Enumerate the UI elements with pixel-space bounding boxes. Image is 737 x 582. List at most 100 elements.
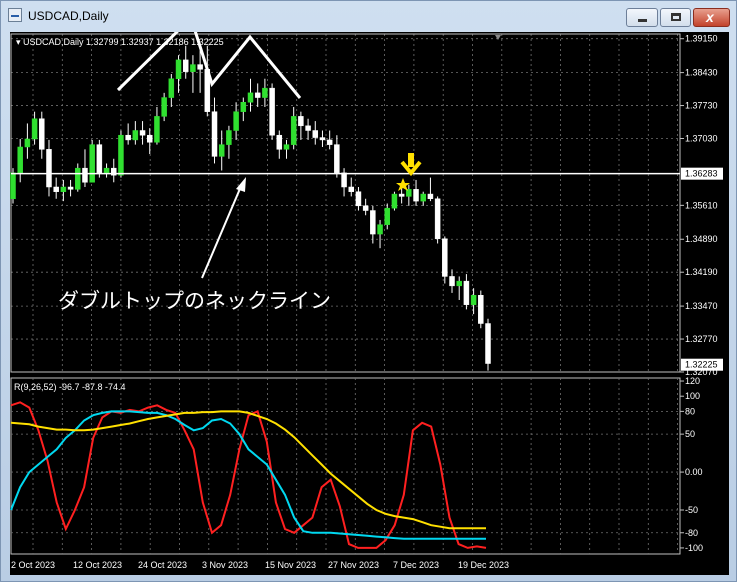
bull-candle bbox=[226, 130, 232, 145]
price-tick-label: 1.37030 bbox=[685, 134, 718, 144]
bull-candle bbox=[75, 167, 81, 190]
bull-candle bbox=[391, 193, 398, 209]
bear-candle bbox=[146, 134, 153, 143]
price-tick-label: 1.34190 bbox=[685, 267, 718, 277]
minimize-button[interactable] bbox=[626, 8, 658, 27]
bull-candle bbox=[420, 193, 426, 202]
bear-candle bbox=[413, 189, 419, 202]
minimize-icon bbox=[638, 19, 647, 22]
bull-candle bbox=[233, 111, 239, 131]
indicator-scale: 120 100 80 50 0.00 -50 -80 -100 bbox=[679, 376, 703, 554]
bull-candle bbox=[190, 64, 196, 72]
bear-candle bbox=[46, 149, 52, 188]
bear-candle bbox=[53, 186, 59, 192]
bear-candle bbox=[398, 193, 405, 197]
chart-shift-marker[interactable] bbox=[495, 35, 501, 40]
bear-candle bbox=[478, 295, 484, 324]
date-tick-label: 27 Nov 2023 bbox=[328, 560, 379, 570]
current-price-text: 1.32225 bbox=[685, 360, 718, 370]
bull-candle bbox=[470, 295, 477, 305]
price-tick-label: 1.35610 bbox=[685, 200, 718, 210]
candlestick-series bbox=[10, 45, 491, 371]
indicator-lines bbox=[10, 401, 487, 549]
bear-candle bbox=[39, 118, 45, 150]
restore-button[interactable] bbox=[660, 8, 691, 27]
price-tick-label: 1.34890 bbox=[685, 234, 718, 244]
bear-candle bbox=[341, 172, 347, 188]
indicator-tick-label: 0.00 bbox=[685, 467, 703, 477]
bear-candle bbox=[319, 137, 326, 141]
date-tick-label: 2 Oct 2023 bbox=[11, 560, 55, 570]
bear-candle bbox=[449, 276, 455, 287]
bear-candle bbox=[125, 134, 131, 141]
bear-candle bbox=[348, 186, 355, 192]
neckline-price-text: 1.36283 bbox=[685, 169, 718, 179]
bear-candle bbox=[434, 198, 441, 240]
indicator-tick-label: 80 bbox=[685, 406, 695, 416]
bull-candle bbox=[118, 134, 124, 176]
date-tick-label: 12 Oct 2023 bbox=[73, 560, 122, 570]
bull-candle bbox=[132, 130, 139, 141]
date-tick-label: 24 Oct 2023 bbox=[138, 560, 187, 570]
bear-candle bbox=[298, 116, 304, 127]
chart-window: USDCAD,Daily x 1.39150 1.38430 1.37730 1.37… bbox=[0, 0, 737, 582]
annotation-arrow-line[interactable] bbox=[201, 183, 243, 279]
bear-candle bbox=[355, 191, 362, 207]
bear-candle bbox=[362, 205, 369, 211]
bull-candle bbox=[290, 116, 297, 145]
indicator-tick-label: -50 bbox=[685, 505, 698, 515]
bear-candle bbox=[326, 139, 333, 145]
sell-signal-arrow-icon bbox=[400, 153, 422, 177]
indicator-tick-label: 120 bbox=[685, 376, 700, 386]
bear-candle bbox=[139, 130, 146, 136]
bear-candle bbox=[276, 134, 283, 150]
indicator-tick-label: 100 bbox=[685, 391, 700, 401]
neckline-annotation-text: ダブルトップのネックライン bbox=[58, 290, 331, 313]
bull-candle bbox=[240, 102, 247, 112]
price-tick-label: 1.39150 bbox=[685, 34, 718, 44]
bull-candle bbox=[89, 144, 95, 183]
bear-candle bbox=[269, 87, 275, 136]
bull-candle bbox=[283, 144, 290, 150]
bull-candle bbox=[103, 167, 110, 174]
bear-candle bbox=[211, 111, 218, 157]
bear-candle bbox=[427, 193, 434, 200]
date-tick-label: 3 Nov 2023 bbox=[202, 560, 248, 570]
bull-candle bbox=[161, 97, 167, 117]
close-button[interactable]: x bbox=[693, 8, 730, 27]
bear-candle bbox=[182, 59, 189, 72]
bull-candle bbox=[168, 78, 175, 98]
bull-candle bbox=[384, 207, 390, 225]
annotation-arrow-head bbox=[236, 177, 246, 192]
bear-candle bbox=[463, 280, 470, 305]
bear-candle bbox=[96, 144, 103, 174]
bull-candle bbox=[24, 138, 31, 148]
bull-candle bbox=[17, 146, 23, 174]
price-tick-label: 1.38430 bbox=[685, 68, 718, 78]
bull-candle bbox=[10, 172, 16, 200]
signal-star-icon bbox=[396, 178, 410, 191]
bear-candle bbox=[312, 130, 319, 138]
price-tick-label: 1.32770 bbox=[685, 334, 718, 344]
bull-candle bbox=[175, 59, 182, 79]
indicator-tick-label: -100 bbox=[685, 543, 703, 553]
window-title: USDCAD,Daily bbox=[28, 9, 109, 23]
bull-candle bbox=[377, 224, 383, 235]
title-bar[interactable]: USDCAD,Daily x bbox=[1, 1, 736, 31]
indicator-line-R9 bbox=[10, 401, 487, 549]
bear-candle bbox=[370, 210, 376, 235]
bull-candle bbox=[31, 118, 38, 140]
bear-candle bbox=[67, 186, 74, 190]
price-scale: 1.39150 1.38430 1.37730 1.37030 1.35610 1.348… bbox=[680, 34, 718, 377]
price-pane-border bbox=[10, 33, 681, 373]
price-tick-label: 1.37730 bbox=[685, 101, 718, 111]
date-tick-label: 15 Nov 2023 bbox=[265, 560, 316, 570]
indicator-header: R(9,26,52) -96.7 -87.8 -74.4 bbox=[14, 382, 126, 392]
bear-candle bbox=[485, 323, 491, 364]
chart-canvas[interactable]: 1.39150 1.38430 1.37730 1.37030 1.35610 1.348… bbox=[10, 15, 729, 575]
bull-candle bbox=[247, 92, 254, 103]
chart-window-icon bbox=[8, 8, 22, 22]
date-tick-label: 19 Dec 2023 bbox=[458, 560, 509, 570]
close-icon: x bbox=[706, 9, 714, 25]
bear-candle bbox=[82, 167, 88, 183]
